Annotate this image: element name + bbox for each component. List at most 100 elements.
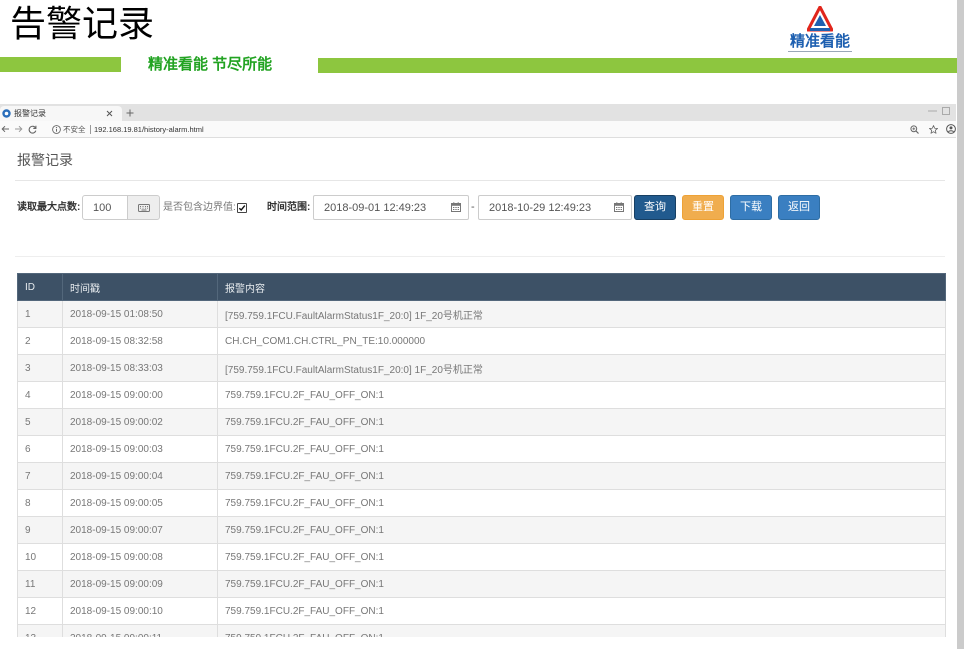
table-row: 4 2018-09-15 09:00:00 759.759.1FCU.2F_FA…: [17, 381, 946, 409]
table-row: 8 2018-09-15 09:00:05 759.759.1FCU.2F_FA…: [17, 489, 946, 517]
green-band-right: [318, 58, 957, 73]
cell-content: 759.759.1FCU.2F_FAU_OFF_ON:1: [217, 597, 946, 625]
security-label: 不安全: [63, 125, 86, 134]
account-icon[interactable]: [946, 124, 956, 134]
cell-timestamp: 2018-09-15 09:00:09: [62, 570, 218, 598]
table-header-row: ID 时间戳 报警内容: [17, 273, 946, 301]
plus-icon[interactable]: [126, 109, 134, 117]
omnibox-divider: [90, 125, 91, 134]
cell-content: 759.759.1FCU.2F_FAU_OFF_ON:1: [217, 570, 946, 598]
start-date-field: [313, 195, 469, 220]
cell-content: 759.759.1FCU.2F_FAU_OFF_ON:1: [217, 489, 946, 517]
cell-timestamp: 2018-09-15 08:33:03: [62, 354, 218, 382]
logo-text: 精准看能: [789, 33, 850, 50]
cell-timestamp: 2018-09-15 09:00:03: [62, 435, 218, 463]
logo-triangle-icon: [807, 6, 833, 32]
back-button[interactable]: 返回: [778, 195, 820, 220]
cell-content: 759.759.1FCU.2F_FAU_OFF_ON:1: [217, 381, 946, 409]
cell-id: 5: [17, 408, 63, 436]
cell-id: 10: [17, 543, 63, 571]
table-row: 5 2018-09-15 09:00:02 759.759.1FCU.2F_FA…: [17, 408, 946, 436]
tab-title: 报警记录: [14, 109, 46, 118]
start-date-input[interactable]: [313, 195, 469, 220]
info-icon[interactable]: [52, 125, 61, 134]
browser-window: 报警记录 不安全 192.168.19.81/history-alarm.htm…: [0, 104, 956, 637]
include-boundary-checkbox[interactable]: [237, 203, 247, 213]
alarm-table: ID 时间戳 报警内容 1 2018-09-15 01:08:50 [759.7…: [17, 273, 946, 637]
cell-timestamp: 2018-09-15 01:08:50: [62, 300, 218, 328]
table-row: 12 2018-09-15 09:00:10 759.759.1FCU.2F_F…: [17, 597, 946, 625]
table-row: 11 2018-09-15 09:00:09 759.759.1FCU.2F_F…: [17, 570, 946, 598]
url-text: 192.168.19.81/history-alarm.html: [94, 125, 204, 134]
table-row: 3 2018-09-15 08:33:03 [759.759.1FCU.Faul…: [17, 354, 946, 382]
cell-content: 759.759.1FCU.2F_FAU_OFF_ON:1: [217, 435, 946, 463]
end-date-input[interactable]: [478, 195, 632, 220]
back-arrow-icon[interactable]: [1, 125, 10, 133]
forward-arrow-icon[interactable]: [14, 125, 23, 133]
time-range-label: 时间范围:: [267, 202, 311, 213]
slide-title: 告警记录: [10, 3, 155, 44]
cell-timestamp: 2018-09-15 08:32:58: [62, 327, 218, 355]
cell-id: 11: [17, 570, 63, 598]
download-button[interactable]: 下载: [730, 195, 772, 220]
minimize-icon[interactable]: [928, 108, 937, 114]
max-points-input[interactable]: [82, 195, 128, 220]
omnibox[interactable]: 不安全 192.168.19.81/history-alarm.html: [46, 122, 898, 137]
calendar-icon[interactable]: [451, 202, 461, 212]
cell-id: 9: [17, 516, 63, 544]
calendar-icon[interactable]: [614, 202, 624, 212]
window-scrollbar[interactable]: [957, 0, 964, 649]
cell-content: 759.759.1FCU.2F_FAU_OFF_ON:1: [217, 543, 946, 571]
cell-content: [759.759.1FCU.FaultAlarmStatus1F_20:0] 1…: [217, 300, 946, 328]
logo-caption-line: [788, 51, 852, 52]
cell-content: 759.759.1FCU.2F_FAU_OFF_ON:1: [217, 462, 946, 490]
end-date-field: [478, 195, 632, 220]
cell-timestamp: 2018-09-15 09:00:02: [62, 408, 218, 436]
cell-id: 7: [17, 462, 63, 490]
table-row: 7 2018-09-15 09:00:04 759.759.1FCU.2F_FA…: [17, 462, 946, 490]
cell-timestamp: 2018-09-15 09:00:11: [62, 624, 218, 637]
cell-timestamp: 2018-09-15 09:00:10: [62, 597, 218, 625]
maximize-icon[interactable]: [942, 107, 950, 115]
cell-content: [759.759.1FCU.FaultAlarmStatus1F_20:0] 1…: [217, 354, 946, 382]
green-band-left: [0, 57, 121, 72]
check-icon: [238, 205, 246, 212]
reload-icon[interactable]: [28, 125, 37, 134]
table-row: 1 2018-09-15 01:08:50 [759.759.1FCU.Faul…: [17, 300, 946, 328]
form-divider: [15, 256, 945, 257]
table-row: 9 2018-09-15 09:00:07 759.759.1FCU.2F_FA…: [17, 516, 946, 544]
table-row: 6 2018-09-15 09:00:03 759.759.1FCU.2F_FA…: [17, 435, 946, 463]
favicon-icon: [2, 109, 11, 118]
slogan: 精准看能 节尽所能: [148, 56, 273, 73]
cell-content: 759.759.1FCU.2F_FAU_OFF_ON:1: [217, 408, 946, 436]
table-row: 13 2018-09-15 09:00:11 759.759.1FCU.2F_F…: [17, 624, 946, 637]
browser-tab[interactable]: 报警记录: [0, 106, 122, 121]
time-range-separator: -: [471, 201, 475, 213]
zoom-icon[interactable]: [910, 125, 919, 134]
cell-id: 1: [17, 300, 63, 328]
heading-divider: [15, 180, 945, 181]
cell-timestamp: 2018-09-15 09:00:00: [62, 381, 218, 409]
cell-id: 2: [17, 327, 63, 355]
cell-id: 4: [17, 381, 63, 409]
table-row: 2 2018-09-15 08:32:58 CH.CH_COM1.CH.CTRL…: [17, 327, 946, 355]
cell-content: CH.CH_COM1.CH.CTRL_PN_TE:10.000000: [217, 327, 946, 355]
page-title: 报警记录: [17, 152, 73, 168]
star-icon[interactable]: [929, 125, 938, 134]
cell-id: 3: [17, 354, 63, 382]
column-header-id: ID: [17, 273, 63, 301]
query-button[interactable]: 查询: [634, 195, 676, 220]
column-header-timestamp: 时间戳: [62, 273, 218, 301]
table-row: 10 2018-09-15 09:00:08 759.759.1FCU.2F_F…: [17, 543, 946, 571]
cell-id: 13: [17, 624, 63, 637]
company-logo: 精准看能: [774, 6, 866, 52]
cell-timestamp: 2018-09-15 09:00:07: [62, 516, 218, 544]
address-bar: 不安全 192.168.19.81/history-alarm.html: [0, 121, 956, 138]
close-icon[interactable]: [106, 110, 113, 117]
column-header-content: 报警内容: [217, 273, 946, 301]
cell-content: 759.759.1FCU.2F_FAU_OFF_ON:1: [217, 516, 946, 544]
max-points-label: 读取最大点数:: [17, 202, 81, 213]
reset-button[interactable]: 重置: [682, 195, 724, 220]
keyboard-button[interactable]: [127, 195, 160, 220]
cell-timestamp: 2018-09-15 09:00:08: [62, 543, 218, 571]
